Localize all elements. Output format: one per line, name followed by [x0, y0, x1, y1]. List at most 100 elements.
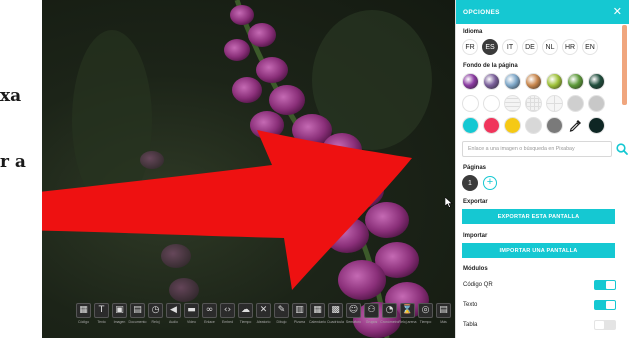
tool-face[interactable]: ☺ Semáforo: [346, 303, 361, 324]
document-icon: ▤: [130, 303, 145, 318]
tool-video[interactable]: ▬ Video: [184, 303, 199, 324]
add-page-button[interactable]: +: [483, 176, 497, 190]
import-screen-button[interactable]: IMPORTAR UNA PANTALLA: [462, 243, 615, 258]
tool-link[interactable]: ∞ Enlace: [202, 303, 217, 324]
tool-grid[interactable]: ▩ Cuadrícula: [327, 303, 344, 324]
options-panel: OPCIONES ✕ Idioma FR ES IT DE NL HR EN Fondo d…: [455, 0, 629, 338]
module-toggle[interactable]: [594, 300, 616, 310]
panel-title: OPCIONES: [463, 8, 500, 16]
tool-calendar[interactable]: ▦ Calendario: [309, 303, 326, 324]
photo-swatch[interactable]: [504, 73, 521, 90]
tool-weather[interactable]: ☁ Tiempo: [238, 303, 253, 324]
tool-stopwatch[interactable]: ◎ Tiempo: [418, 303, 433, 324]
import-label: Importar: [463, 233, 488, 239]
background-text-fragment: r a: [0, 152, 26, 172]
tool-label: Reloj: [151, 320, 160, 324]
language-hr[interactable]: HR: [562, 39, 578, 55]
module-name: Texto: [463, 302, 478, 308]
panel-scrollbar[interactable]: [622, 25, 627, 105]
pattern-swatch[interactable]: [567, 95, 584, 112]
close-icon[interactable]: ✕: [613, 6, 622, 18]
module-name: Código QR: [463, 282, 493, 288]
tool-image[interactable]: ▣ Imagen: [112, 303, 127, 324]
hourglass-icon: ⌛: [400, 303, 415, 318]
calendar-icon: ▦: [310, 303, 325, 318]
photo-swatch[interactable]: [525, 73, 542, 90]
tool-label: Audio: [169, 320, 178, 324]
pattern-swatch[interactable]: [588, 95, 605, 112]
photo-swatch[interactable]: [546, 73, 563, 90]
stopwatch-icon: ◎: [418, 303, 433, 318]
export-label: Exportar: [463, 199, 488, 205]
language-de[interactable]: DE: [522, 39, 538, 55]
tool-label: Tiempo: [239, 320, 252, 324]
pattern-swatch[interactable]: [504, 95, 521, 112]
tool-draw[interactable]: ✎ Dibujo: [274, 303, 289, 324]
grid-icon: ▩: [328, 303, 343, 318]
background-search-input[interactable]: Enlace a una imagen o búsqueda en Pixaba…: [462, 141, 612, 157]
color-swatch[interactable]: [546, 117, 563, 134]
language-en[interactable]: EN: [582, 39, 598, 55]
code-icon: ‹›: [220, 303, 235, 318]
tool-label: Grupos: [365, 320, 378, 324]
tool-label: Pizarra: [293, 320, 306, 324]
pattern-swatch[interactable]: [483, 95, 500, 112]
tool-qr[interactable]: ▦ Código: [76, 303, 91, 324]
random-icon: ✕: [256, 303, 271, 318]
toggle-knob: [606, 281, 615, 289]
color-swatch[interactable]: [483, 117, 500, 134]
tool-audio[interactable]: ◀ Audio: [166, 303, 181, 324]
tool-clock[interactable]: ◷ Reloj: [148, 303, 163, 324]
tool-document[interactable]: ▤ Documento: [129, 303, 146, 324]
video-icon: ▬: [184, 303, 199, 318]
color-swatch[interactable]: [525, 117, 542, 134]
module-toggle[interactable]: [594, 280, 616, 290]
tool-label: Calendario: [309, 320, 326, 324]
tool-random[interactable]: ✕ Aleatorio: [256, 303, 271, 324]
pattern-swatch[interactable]: [525, 95, 542, 112]
language-es[interactable]: ES: [482, 39, 498, 55]
page-1-button[interactable]: 1: [462, 175, 478, 191]
text-icon: T: [94, 303, 109, 318]
photo-swatch[interactable]: [483, 73, 500, 90]
tool-label: Embed: [221, 320, 234, 324]
pages-label: Páginas: [463, 165, 487, 171]
toggle-knob: [595, 321, 604, 329]
image-icon: ▣: [112, 303, 127, 318]
tool-more[interactable]: ▤ Más: [436, 303, 451, 324]
module-toggle[interactable]: [594, 320, 616, 330]
language-fr[interactable]: FR: [462, 39, 478, 55]
photo-swatches: [462, 73, 605, 90]
tool-label: Semáforo: [345, 320, 362, 324]
export-screen-button[interactable]: EXPORTAR ESTA PANTALLA: [462, 209, 615, 224]
tool-group[interactable]: ⚇ Grupos: [364, 303, 379, 324]
language-nl[interactable]: NL: [542, 39, 558, 55]
photo-swatch[interactable]: [462, 73, 479, 90]
background-text-fragment: xa: [0, 86, 22, 106]
tool-text[interactable]: T Texto: [94, 303, 109, 324]
pattern-swatch[interactable]: [546, 95, 563, 112]
background-photo[interactable]: [42, 0, 455, 338]
face-icon: ☺: [346, 303, 361, 318]
photo-swatch[interactable]: [588, 73, 605, 90]
tool-hourglass[interactable]: ⌛ Reloj arena: [399, 303, 416, 324]
tool-timer[interactable]: ◔ Cronómetro: [380, 303, 399, 324]
modules-label: Módulos: [463, 266, 488, 272]
color-swatch[interactable]: [504, 117, 521, 134]
foxglove-photo: [42, 0, 432, 338]
eyedropper-icon[interactable]: [567, 117, 584, 134]
tool-label: Más: [440, 320, 447, 324]
pattern-swatches: [462, 95, 605, 112]
language-label: Idioma: [463, 29, 483, 35]
tool-board[interactable]: ▥ Pizarra: [292, 303, 307, 324]
search-icon[interactable]: [615, 141, 629, 157]
color-swatch[interactable]: [462, 117, 479, 134]
language-it[interactable]: IT: [502, 39, 518, 55]
module-row: Tabla: [463, 319, 616, 331]
group-icon: ⚇: [364, 303, 379, 318]
background-label: Fondo de la página: [463, 63, 518, 69]
pattern-swatch[interactable]: [462, 95, 479, 112]
photo-swatch[interactable]: [567, 73, 584, 90]
color-swatch[interactable]: [588, 117, 605, 134]
tool-code[interactable]: ‹› Embed: [220, 303, 235, 324]
